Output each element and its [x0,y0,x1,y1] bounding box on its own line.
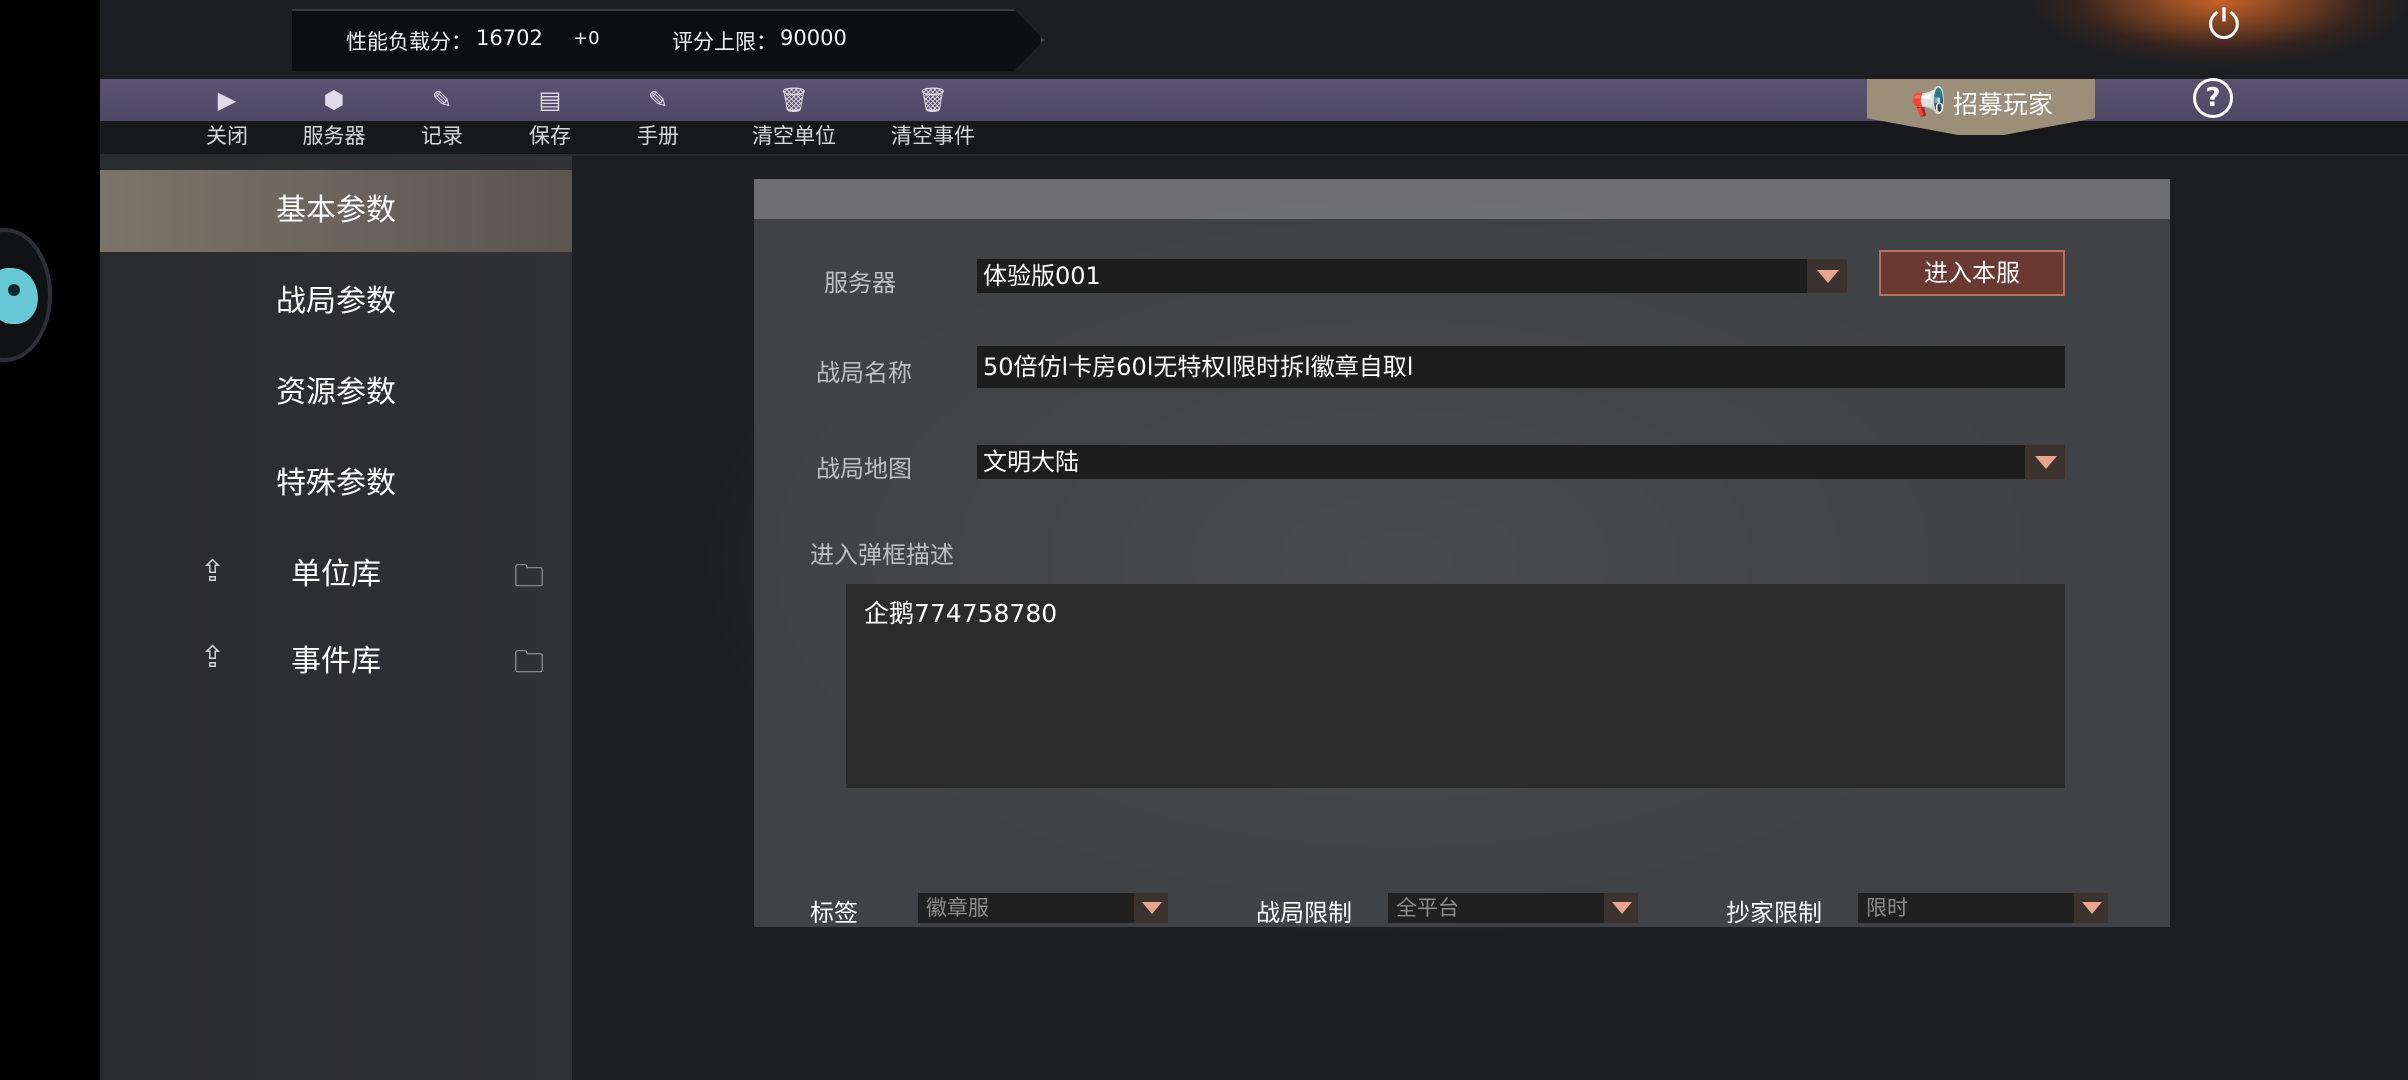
chevron-down-icon [1807,259,1847,293]
match-name-label: 战局名称 [816,359,912,387]
chevron-down-icon [2074,893,2108,923]
sidebar-item-basic-params[interactable]: 基本参数 [100,170,572,252]
cube-icon: ⬢ [323,86,345,114]
play-icon: ▶ [217,86,237,114]
perf-score-label: 性能负载分： [346,30,472,54]
trash-icon: 🗑 [778,86,810,114]
map-select[interactable]: 文明大陆 [977,445,2065,479]
sidebar-item-battle-params[interactable]: 战局参数 [100,261,572,343]
add-folder-unit-icon[interactable]: 🗀 [514,554,544,605]
add-folder-event-icon[interactable]: 🗀 [514,640,544,691]
popup-desc-label: 进入弹框描述 [810,541,954,569]
basic-params-panel: 服务器 体验版001 进入本服 战局名称 50倍仿l卡房60l无特权l限时拆l徽… [754,179,2170,927]
score-limit-value: 90000 [780,26,847,50]
save-button[interactable]: ▤ 保存 [495,84,605,154]
clear-units-button[interactable]: 🗑 清空单位 [739,84,849,154]
game-background: 性能负载分： 16702 +0 评分上限： 90000 ⏻ ▶ 关闭 ⬢ 服务器… [0,0,2408,1080]
mascot-icon [0,268,38,324]
score-delta: +0 [573,28,600,49]
match-limit-select[interactable]: 全平台 [1388,893,1638,923]
sidebar-item-resource-params[interactable]: 资源参数 [100,352,572,434]
raid-limit-select[interactable]: 限时 [1858,893,2108,923]
perf-score-value: 16702 [476,26,543,50]
server-button[interactable]: ⬢ 服务器 [279,84,389,154]
sidebar-item-special-params[interactable]: 特殊参数 [100,443,572,525]
close-button[interactable]: ▶ 关闭 [172,84,282,154]
tag-label: 标签 [810,899,858,927]
score-limit-label: 评分上限： [672,30,777,54]
tag-select[interactable]: 徽章服 [918,893,1168,923]
sidebar: 基本参数 战局参数 资源参数 特殊参数 单位库 事件库 ⇪ 🗀 ⇪ 🗀 [100,156,572,1080]
raid-limit-label: 抄家限制 [1726,899,1822,927]
panel-header [754,179,2170,219]
chevron-down-icon [1604,893,1638,923]
clear-events-button[interactable]: 🗑 清空事件 [878,84,988,154]
popup-desc-textarea[interactable]: 企鹅774758780 [846,584,2065,788]
sidebar-item-event-library[interactable]: 事件库 [100,621,572,703]
server-label: 服务器 [824,269,896,297]
manual-button[interactable]: ✎ 手册 [603,84,713,154]
recruit-count: 0 [1935,101,1944,117]
export-unit-library-icon[interactable]: ⇪ [200,554,225,589]
sidebar-item-unit-library[interactable]: 单位库 [100,534,572,616]
export-event-library-icon[interactable]: ⇪ [200,640,225,675]
chevron-down-icon [2025,445,2065,479]
enter-server-button[interactable]: 进入本服 [1879,250,2065,296]
edit-icon: ✎ [431,86,453,114]
trash-icon: 🗑 [917,86,949,114]
server-select[interactable]: 体验版001 [977,259,1847,293]
match-name-input[interactable]: 50倍仿l卡房60l无特权l限时拆l徽章自取l [977,346,2065,388]
map-label: 战局地图 [816,455,912,483]
power-button[interactable]: ⏻ [2204,2,2244,48]
record-button[interactable]: ✎ 记录 [387,84,497,154]
recruit-label: 招募玩家 [1953,90,2054,119]
chevron-down-icon [1134,893,1168,923]
document-icon: ▤ [538,86,562,114]
match-limit-label: 战局限制 [1256,899,1352,927]
left-black-bar [0,0,100,1080]
help-button[interactable]: ? [2193,78,2233,118]
edit-icon: ✎ [647,86,669,114]
